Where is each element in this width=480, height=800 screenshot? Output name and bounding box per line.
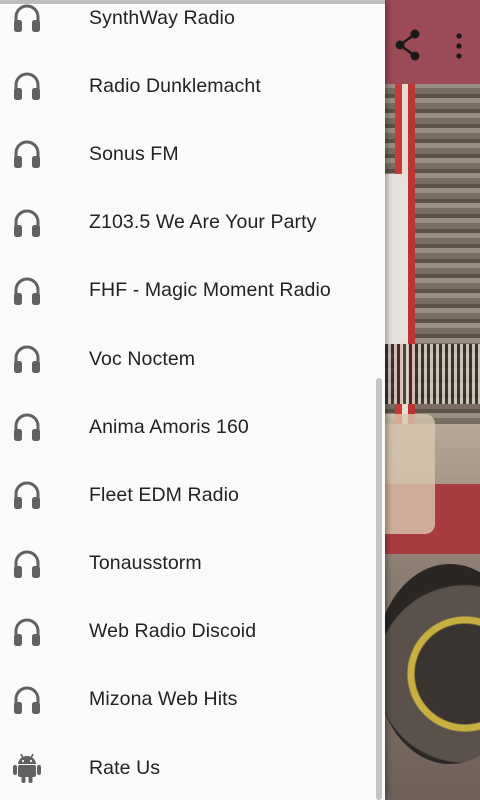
drawer-item-label: Rate Us — [89, 756, 161, 779]
android-icon — [13, 753, 41, 784]
share-icon[interactable] — [393, 26, 423, 64]
drawer-item-label: Voc Noctem — [89, 347, 196, 370]
headphones-icon — [14, 72, 40, 101]
drawer-item-sonus-fm[interactable]: Sonus FM — [0, 120, 385, 188]
headphones-icon — [14, 209, 40, 237]
toolbar-actions — [385, 26, 480, 66]
drawer-item-anima-amoris[interactable]: Anima Amoris 160 — [0, 393, 385, 461]
headphones-icon — [14, 618, 40, 646]
headphones-icon — [14, 345, 40, 374]
drawer-item-mizona-web-hits[interactable]: Mizona Web Hits — [0, 666, 385, 734]
drawer-scrollbar[interactable] — [376, 378, 382, 800]
drawer-item-label: Fleet EDM Radio — [89, 483, 239, 506]
headphones-icon — [14, 4, 40, 33]
station-image-detail — [385, 344, 480, 404]
station-list: SynthWay Radio Radio Dunklemacht Sonus F… — [0, 0, 385, 800]
headphones-icon — [14, 550, 40, 578]
drawer-item-label: Anima Amoris 160 — [89, 415, 249, 438]
headphones-icon — [14, 277, 40, 305]
drawer-item-label: Sonus FM — [89, 142, 179, 165]
navigation-drawer: SynthWay Radio Radio Dunklemacht Sonus F… — [0, 0, 385, 800]
drawer-item-label: Web Radio Discoid — [89, 620, 257, 643]
drawer-item-tonausstorm[interactable]: Tonausstorm — [0, 530, 385, 598]
drawer-item-radio-dunklemacht[interactable]: Radio Dunklemacht — [0, 52, 385, 120]
more-vert-icon[interactable] — [455, 32, 463, 60]
headphones-icon — [14, 686, 40, 714]
drawer-item-label: Tonausstorm — [89, 552, 202, 575]
drawer-item-label: FHF - Magic Moment Radio — [89, 279, 331, 302]
drawer-item-fhf-magic-moment[interactable]: FHF - Magic Moment Radio — [0, 257, 385, 325]
headphones-icon — [14, 141, 40, 169]
screen: SynthWay Radio Radio Dunklemacht Sonus F… — [0, 0, 480, 800]
drawer-item-synthway-radio[interactable]: SynthWay Radio — [0, 0, 385, 52]
drawer-item-voc-noctem[interactable]: Voc Noctem — [0, 325, 385, 393]
drawer-item-label: Mizona Web Hits — [89, 688, 238, 711]
drawer-item-z103-5[interactable]: Z103.5 We Are Your Party — [0, 189, 385, 257]
headphones-icon — [14, 481, 40, 510]
drawer-item-fleet-edm[interactable]: Fleet EDM Radio — [0, 461, 385, 529]
drawer-item-label: Radio Dunklemacht — [89, 74, 261, 97]
drawer-item-label: Z103.5 We Are Your Party — [89, 211, 317, 234]
headphones-icon — [14, 413, 40, 442]
drawer-item-rate-us[interactable]: Rate Us — [0, 734, 385, 800]
drawer-item-label: SynthWay Radio — [89, 6, 235, 29]
drawer-item-web-radio-discoid[interactable]: Web Radio Discoid — [0, 598, 385, 666]
